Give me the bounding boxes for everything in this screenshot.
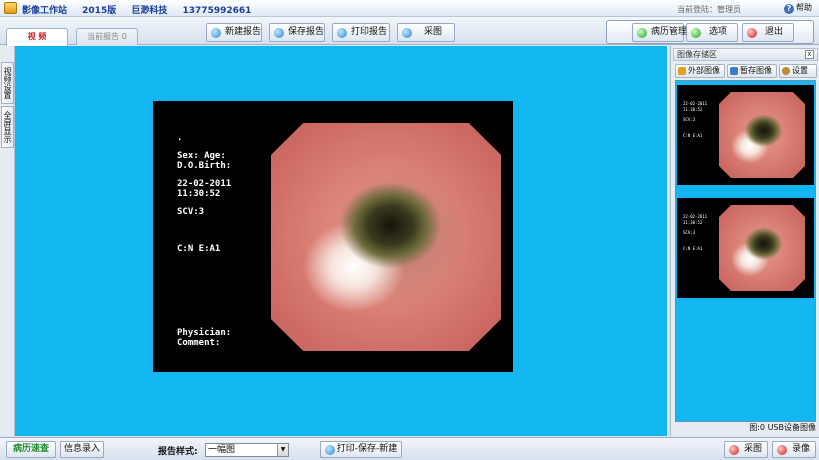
thumbnail-item[interactable]: 22-02-2011 11:30:52 SCV:3 C:N E:A1 (677, 198, 814, 298)
chevron-down-icon[interactable]: ▼ (277, 444, 288, 456)
settings-label: 设置 (792, 66, 808, 75)
panel-title-label: 图像存储区 (677, 50, 717, 59)
print-save-new-label: 打印-保存-新建 (336, 444, 398, 454)
new-report-icon (211, 28, 221, 38)
exit-button[interactable]: 退出 (742, 23, 794, 42)
info-entry-button[interactable]: 信息录入 (60, 441, 104, 458)
main-toolbar: 视 频 当前报告 0 新建报告 保存报告 打印报告 采图 病历管理 选项 退出 (0, 17, 819, 46)
image-storage-panel: 图像存储区 x 外部图像 暂存图像 设置 22-02-2011 11:30:52… (670, 46, 819, 436)
thumb-code: C:N E:A1 (683, 246, 703, 251)
thumb-code: C:N E:A1 (683, 133, 703, 138)
endoscope-image (271, 123, 501, 351)
bottom-capture-label: 采图 (743, 444, 762, 454)
thumb-scv: SCV:3 (683, 230, 696, 235)
report-style-value: 一幅图 (208, 445, 236, 455)
tab-current-report[interactable]: 当前报告 0 (76, 28, 138, 45)
print-save-new-icon (325, 445, 335, 455)
thumb-time: 11:30:52 (683, 220, 703, 225)
options-icon (691, 28, 701, 38)
image-count: 图:0 (749, 423, 766, 432)
record-button[interactable]: 录像 (772, 441, 816, 458)
tab-video[interactable]: 视 频 (6, 28, 68, 46)
save-report-label: 保存报告 (288, 27, 325, 37)
overlay-dot: . (177, 133, 183, 143)
overlay-comment: Comment: (177, 338, 221, 348)
app-icon (4, 2, 17, 14)
overlay-physician: Physician: (177, 328, 232, 338)
close-icon[interactable]: x (805, 50, 814, 59)
overlay-date: 22-02-2011 (177, 179, 232, 189)
case-management-icon (637, 28, 647, 38)
thumb-image (719, 92, 805, 178)
report-style-label: 报告样式: (158, 447, 198, 457)
case-management-label: 病历管理 (651, 27, 688, 37)
report-style-select[interactable]: 一幅图 ▼ (205, 443, 289, 457)
company-name: 巨渺科技 (131, 6, 168, 16)
panel-title: 图像存储区 x (673, 48, 818, 61)
help-button[interactable]: ? 帮助 (784, 2, 812, 14)
temp-save-image-button[interactable]: 暂存图像 (727, 64, 777, 78)
record-icon (777, 445, 787, 455)
help-label: 帮助 (796, 3, 812, 12)
bottom-capture-button[interactable]: 采图 (724, 441, 768, 458)
thumbnail-item[interactable]: 22-02-2011 11:30:52 SCV:3 C:N E:A1 (677, 85, 814, 185)
overlay-sex-age: Sex: Age: (177, 151, 226, 161)
help-icon: ? (784, 4, 794, 14)
case-quick-search-button[interactable]: 病历速查 (6, 441, 56, 458)
print-report-icon (337, 28, 347, 38)
window-title: 影像工作站 2015版 巨渺科技 13775992661 (22, 3, 263, 16)
thumbnail-list: 22-02-2011 11:30:52 SCV:3 C:N E:A1 22-02… (675, 80, 816, 422)
company-phone: 13775992661 (182, 6, 252, 16)
title-bar: 影像工作站 2015版 巨渺科技 13775992661 当前登陆：管理员 ? 帮… (0, 0, 819, 17)
save-report-button[interactable]: 保存报告 (269, 23, 325, 42)
external-image-label: 外部图像 (688, 66, 720, 75)
options-label: 选项 (709, 27, 728, 37)
save-report-icon (274, 28, 284, 38)
settings-button[interactable]: 设置 (779, 64, 817, 78)
video-display-area[interactable]: . Sex: Age: D.O.Birth: 22-02-2011 11:30:… (15, 46, 667, 436)
right-action-group: 病历管理 选项 退出 (606, 20, 814, 44)
arrow-icon (678, 67, 686, 75)
capture-button[interactable]: 采图 (397, 23, 455, 42)
overlay-scv: SCV:3 (177, 207, 205, 217)
print-report-label: 打印报告 (351, 27, 388, 37)
overlay-time: 11:30:52 (177, 189, 221, 199)
image-source: USB设备图像 (767, 423, 816, 432)
capture-icon (402, 28, 412, 38)
thumb-date: 22-02-2011 (683, 101, 708, 106)
fullscreen-tab[interactable]: 全屏显示 (1, 106, 14, 148)
overlay-dob: D.O.Birth: (177, 161, 232, 171)
print-save-new-button[interactable]: 打印-保存-新建 (320, 441, 402, 458)
panel-status: 图:0 USB设备图像 (673, 422, 818, 434)
exit-icon (747, 28, 757, 38)
video-settings-tab[interactable]: 视频设置 (1, 62, 14, 104)
thumb-time: 11:30:52 (683, 107, 703, 112)
thumb-scv: SCV:3 (683, 117, 696, 122)
print-report-button[interactable]: 打印报告 (332, 23, 390, 42)
gear-icon (782, 67, 790, 75)
left-side-strip: 视频设置 全屏显示 (0, 46, 15, 436)
app-version: 2015版 (82, 6, 117, 16)
external-image-button[interactable]: 外部图像 (675, 64, 725, 78)
video-frame[interactable]: . Sex: Age: D.O.Birth: 22-02-2011 11:30:… (153, 101, 513, 372)
case-management-button[interactable]: 病历管理 (632, 23, 688, 42)
bottom-capture-icon (729, 445, 739, 455)
capture-label: 采图 (424, 27, 443, 37)
record-label: 录像 (791, 444, 810, 454)
thumb-date: 22-02-2011 (683, 214, 708, 219)
new-report-button[interactable]: 新建报告 (206, 23, 262, 42)
thumb-image (719, 205, 805, 291)
bottom-bar: 病历速查 信息录入 报告样式: 一幅图 ▼ 打印-保存-新建 采图 录像 (0, 437, 819, 460)
app-name: 影像工作站 (22, 6, 68, 16)
overlay-code: C:N E:A1 (177, 244, 221, 254)
exit-label: 退出 (765, 27, 784, 37)
new-report-label: 新建报告 (225, 27, 262, 37)
temp-save-image-label: 暂存图像 (740, 66, 772, 75)
options-button[interactable]: 选项 (686, 23, 738, 42)
current-login-label: 当前登陆：管理员 (677, 5, 741, 14)
disk-icon (730, 67, 738, 75)
